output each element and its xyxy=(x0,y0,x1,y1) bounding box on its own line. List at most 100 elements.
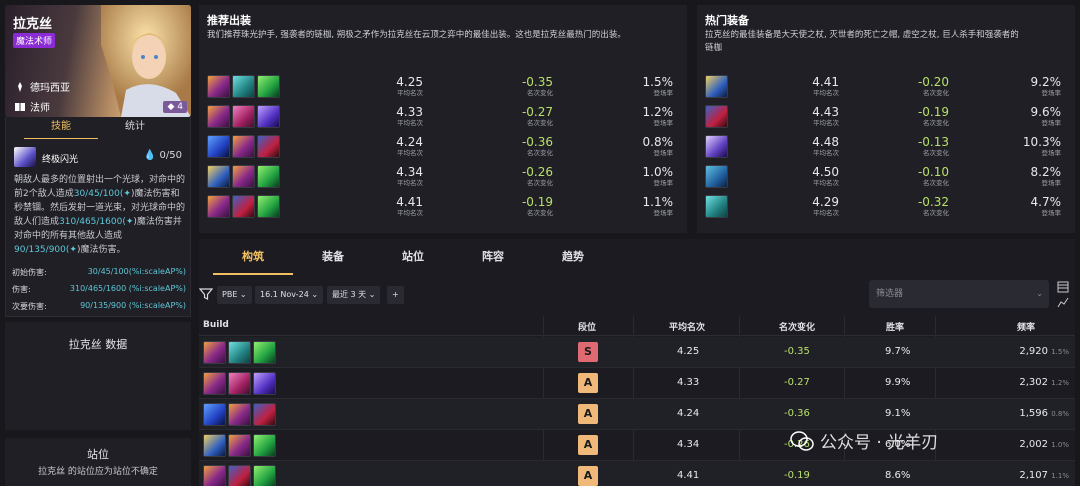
metric-value: 1.0% xyxy=(642,165,674,179)
spear-icon[interactable] xyxy=(257,195,280,218)
frequency-cell: 2,302 1.2% xyxy=(1019,377,1069,388)
tab-builds[interactable]: 构筑 xyxy=(213,239,293,275)
flail-icon[interactable] xyxy=(232,75,255,98)
staff-icon[interactable] xyxy=(253,372,276,395)
spear-icon[interactable] xyxy=(257,165,280,188)
void-staff-icon[interactable] xyxy=(705,135,728,158)
hot-item-row[interactable]: 4.41 平均名次 -0.20 名次变化 9.2% 登场率 xyxy=(705,75,1065,101)
blade-icon[interactable] xyxy=(228,465,251,486)
trait-demacia[interactable]: 德玛西亚 xyxy=(15,79,70,94)
champion-data-box: 拉克丝 数据 xyxy=(5,322,191,430)
spear-icon[interactable] xyxy=(253,465,276,486)
col-tier[interactable]: 段位 xyxy=(578,320,596,333)
gauntlet-icon[interactable] xyxy=(232,165,255,188)
frequency-pct: 1.2% xyxy=(1051,379,1069,387)
recommended-build-row[interactable]: 4.34 平均名次 -0.26 名次变化 1.0% 登场率 xyxy=(207,165,677,191)
gauntlet-icon[interactable] xyxy=(207,75,230,98)
orb-icon[interactable] xyxy=(207,135,230,158)
metric-label: 平均名次 xyxy=(813,89,839,97)
filter-funnel-icon[interactable] xyxy=(199,287,213,301)
archangel-staff-icon[interactable] xyxy=(705,75,728,98)
metric-label: 登场率 xyxy=(653,89,674,97)
hot-item-row[interactable]: 4.43 平均名次 -0.19 名次变化 9.6% 登场率 xyxy=(705,105,1065,131)
stat-secondary-damage: 次要伤害: 90/135/900 (%i:scaleAP%) xyxy=(12,301,186,312)
metric-label: 名次变化 xyxy=(527,209,553,217)
gauntlet-icon[interactable] xyxy=(228,434,251,457)
play-rate: 1.1% 登场率 xyxy=(619,195,674,217)
frequency-count: 2,002 xyxy=(1019,439,1049,450)
tier-badge: A xyxy=(578,466,598,486)
gauntlet-icon[interactable] xyxy=(207,105,230,128)
spear-icon[interactable] xyxy=(257,75,280,98)
tab-items[interactable]: 装备 xyxy=(293,239,373,275)
build-table-row[interactable]: A 4.34 -0.26 6.0% 2,002 1.0% xyxy=(199,430,1075,461)
play-rate: 9.2% 登场率 xyxy=(1005,75,1062,97)
gauntlet-icon[interactable] xyxy=(203,465,226,486)
place-change-cell: -0.36 xyxy=(784,408,810,419)
hot-item-row[interactable]: 4.29 平均名次 -0.32 名次变化 4.7% 登场率 xyxy=(705,195,1065,221)
hot-item-row[interactable]: 4.48 平均名次 -0.13 名次变化 10.3% 登场率 xyxy=(705,135,1065,161)
metric-value: -0.13 xyxy=(917,135,949,149)
server-select[interactable]: PBE ⌄ xyxy=(217,286,252,304)
chart-view-icon[interactable] xyxy=(1057,296,1069,308)
hat-icon[interactable] xyxy=(207,165,230,188)
play-rate: 4.7% 登场率 xyxy=(1005,195,1062,217)
table-view-icon[interactable] xyxy=(1057,281,1069,293)
tab-trends[interactable]: 趋势 xyxy=(533,239,613,275)
giant-slayer-icon[interactable] xyxy=(705,165,728,188)
wand-icon[interactable] xyxy=(228,372,251,395)
play-rate: 8.2% 登场率 xyxy=(1005,165,1062,187)
flail-icon[interactable] xyxy=(705,195,728,218)
recommended-build-row[interactable]: 4.41 平均名次 -0.19 名次变化 1.1% 登场率 xyxy=(207,195,677,221)
col-frequency[interactable]: 频率 xyxy=(1017,320,1035,333)
gauntlet-icon[interactable] xyxy=(203,341,226,364)
spear-icon[interactable] xyxy=(253,434,276,457)
recommended-build-row[interactable]: 4.24 平均名次 -0.36 名次变化 0.8% 登场率 xyxy=(207,135,677,161)
rabadon-cap-icon[interactable] xyxy=(705,105,728,128)
tab-positioning[interactable]: 站位 xyxy=(373,239,453,275)
recommended-desc: 我们推荐珠光护手, 强袭者的链枷, 朔极之矛作为拉克丝在云顶之弈中的最佳出装。这… xyxy=(207,30,626,40)
item-set xyxy=(203,434,276,457)
place-change: -0.36 名次变化 xyxy=(497,135,553,157)
orb-icon[interactable] xyxy=(203,403,226,426)
place-change: -0.19 名次变化 xyxy=(895,105,949,127)
metric-label: 登场率 xyxy=(653,179,674,187)
skill-panel: 技能 统计 终极闪光 💧 0/50 朝敌人最多的位置射出一个光球，对命中的前2个… xyxy=(5,117,191,317)
gauntlet-icon[interactable] xyxy=(203,372,226,395)
patch-select[interactable]: 16.1 Nov-24 ⌄ xyxy=(255,286,324,304)
col-winrate[interactable]: 胜率 xyxy=(886,320,904,333)
tier-badge: A xyxy=(578,373,598,393)
recommended-build-row[interactable]: 4.25 平均名次 -0.35 名次变化 1.5% 登场率 xyxy=(207,75,677,101)
flail-icon[interactable] xyxy=(228,341,251,364)
wand-icon[interactable] xyxy=(232,105,255,128)
recommended-build-row[interactable]: 4.33 平均名次 -0.27 名次变化 1.2% 登场率 xyxy=(207,105,677,131)
tab-stats[interactable]: 统计 xyxy=(98,117,172,139)
filter-search-input[interactable]: 筛选器 ⌄ xyxy=(869,280,1049,308)
blade-icon[interactable] xyxy=(253,403,276,426)
hat-icon[interactable] xyxy=(203,434,226,457)
col-place-change[interactable]: 名次变化 xyxy=(779,320,815,333)
blade-icon[interactable] xyxy=(232,195,255,218)
build-table-row[interactable]: A 4.24 -0.36 9.1% 1,596 0.8% xyxy=(199,399,1075,430)
gauntlet-icon[interactable] xyxy=(228,403,251,426)
add-filter-button[interactable]: + xyxy=(387,286,404,304)
col-avg-place[interactable]: 平均名次 xyxy=(669,320,705,333)
build-table-row[interactable]: A 4.41 -0.19 8.6% 2,107 1.1% xyxy=(199,461,1075,486)
metric-label: 平均名次 xyxy=(397,119,423,127)
build-table-row[interactable]: S 4.25 -0.35 9.7% 2,920 1.5% xyxy=(199,337,1075,368)
demacia-trait-icon xyxy=(18,81,22,92)
gauntlet-icon[interactable] xyxy=(207,195,230,218)
tab-skill[interactable]: 技能 xyxy=(24,117,98,139)
range-select[interactable]: 最近 3 天 ⌄ xyxy=(327,286,381,304)
tab-comps[interactable]: 阵容 xyxy=(453,239,533,275)
gauntlet-icon[interactable] xyxy=(232,135,255,158)
hot-items-desc: 拉克丝的最佳装备是大天使之杖, 灭世者的死亡之帽, 虚空之杖, 巨人杀手和强袭者… xyxy=(705,29,1019,55)
staff-icon[interactable] xyxy=(257,105,280,128)
spear-icon[interactable] xyxy=(253,341,276,364)
col-build[interactable]: Build xyxy=(203,320,229,330)
build-table-row[interactable]: A 4.33 -0.27 9.9% 2,302 1.2% xyxy=(199,368,1075,399)
hot-item-row[interactable]: 4.50 平均名次 -0.10 名次变化 8.2% 登场率 xyxy=(705,165,1065,191)
blade-icon[interactable] xyxy=(257,135,280,158)
trait-sorcerer[interactable]: 法师 xyxy=(15,99,50,114)
skill-tabs: 技能 统计 xyxy=(24,117,172,139)
